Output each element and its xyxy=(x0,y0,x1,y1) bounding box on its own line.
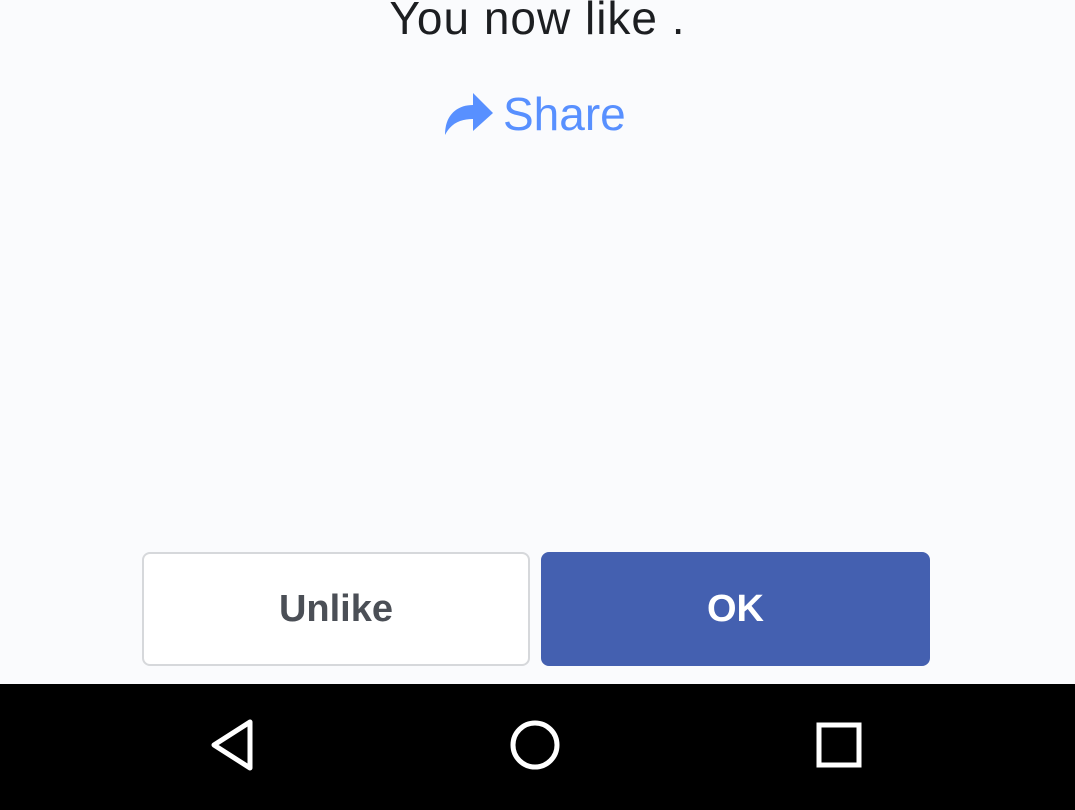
recents-square-icon xyxy=(815,721,863,774)
ok-button[interactable]: OK xyxy=(541,552,930,666)
system-navigation-bar xyxy=(0,684,1075,810)
recents-button[interactable] xyxy=(779,684,899,810)
home-circle-icon xyxy=(508,718,562,777)
like-message: You now like . xyxy=(389,0,686,44)
unlike-button[interactable]: Unlike xyxy=(142,552,530,666)
home-button[interactable] xyxy=(475,684,595,810)
share-label: Share xyxy=(503,88,626,140)
like-confirmation-dialog: You now like . Share Unlike OK xyxy=(0,0,1075,684)
share-link[interactable]: Share xyxy=(443,86,626,142)
back-triangle-icon xyxy=(208,718,258,777)
back-button[interactable] xyxy=(173,684,293,810)
share-arrow-icon xyxy=(443,91,495,137)
